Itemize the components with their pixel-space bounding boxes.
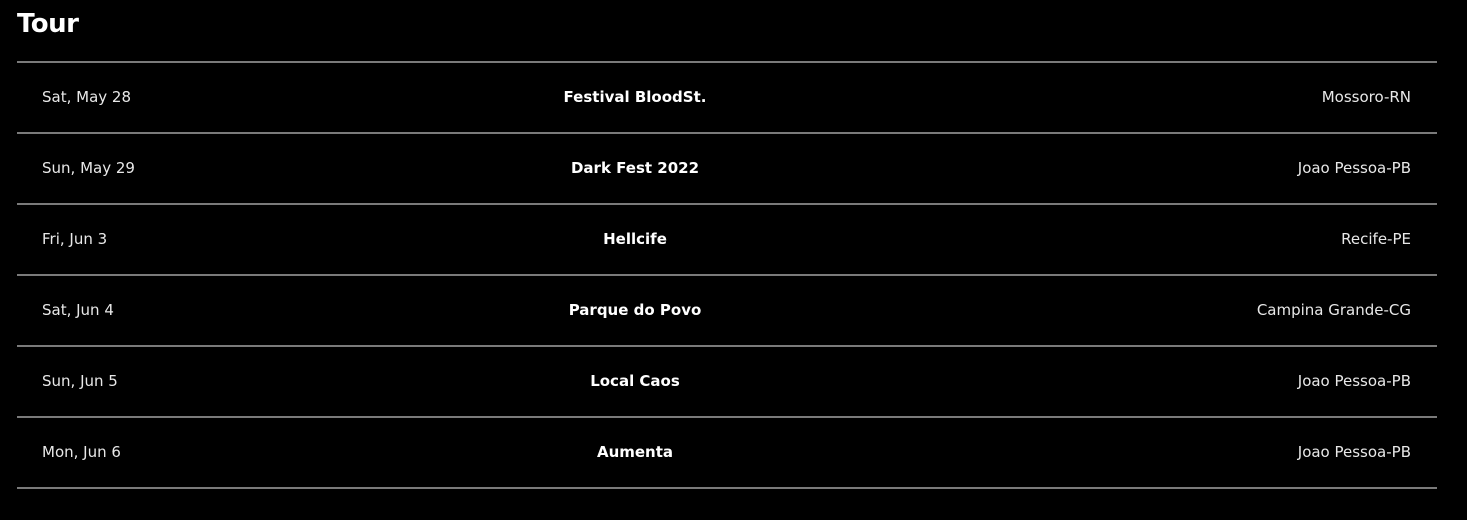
- event-date: Sat, May 28: [42, 88, 131, 106]
- tour-event-row[interactable]: Sun, May 29 Dark Fest 2022 Joao Pessoa-P…: [17, 134, 1437, 205]
- section-title: Tour: [17, 9, 79, 39]
- event-location: Joao Pessoa-PB: [1297, 443, 1411, 461]
- event-location: Joao Pessoa-PB: [1297, 159, 1411, 177]
- event-date: Sun, May 29: [42, 159, 135, 177]
- event-venue: Hellcife: [603, 230, 667, 248]
- tour-event-row[interactable]: Sat, Jun 4 Parque do Povo Campina Grande…: [17, 276, 1437, 347]
- event-location: Mossoro-RN: [1321, 88, 1411, 106]
- event-venue: Parque do Povo: [568, 301, 702, 319]
- tour-event-row[interactable]: Fri, Jun 3 Hellcife Recife-PE: [17, 205, 1437, 276]
- tour-event-row[interactable]: Mon, Jun 6 Aumenta Joao Pessoa-PB: [17, 418, 1437, 489]
- event-date: Fri, Jun 3: [42, 230, 108, 248]
- tour-section: Tour Sat, May 28 Festival BloodSt. Mosso…: [0, 0, 1467, 520]
- event-venue: Festival BloodSt.: [563, 88, 707, 106]
- event-location: Campina Grande-CG: [1256, 301, 1411, 319]
- event-venue: Dark Fest 2022: [570, 159, 700, 177]
- event-date: Mon, Jun 6: [42, 443, 121, 461]
- tour-event-row[interactable]: Sun, Jun 5 Local Caos Joao Pessoa-PB: [17, 347, 1437, 418]
- event-location: Recife-PE: [1341, 230, 1411, 248]
- event-date: Sat, Jun 4: [42, 301, 114, 319]
- event-venue: Aumenta: [596, 443, 674, 461]
- event-location: Joao Pessoa-PB: [1297, 372, 1411, 390]
- tour-event-row[interactable]: Sat, May 28 Festival BloodSt. Mossoro-RN: [17, 63, 1437, 134]
- tour-event-list: Sat, May 28 Festival BloodSt. Mossoro-RN…: [17, 61, 1437, 489]
- event-venue: Local Caos: [590, 372, 680, 390]
- event-date: Sun, Jun 5: [42, 372, 118, 390]
